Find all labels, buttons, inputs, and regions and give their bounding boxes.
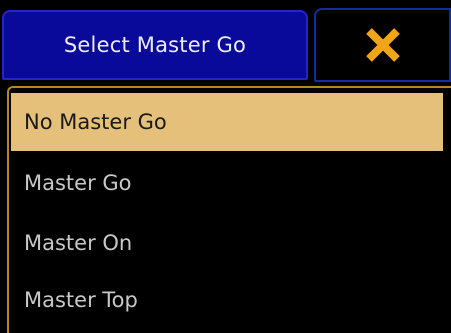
option-label: Master Top bbox=[24, 288, 138, 312]
option-master-top[interactable]: Master Top bbox=[11, 271, 443, 329]
option-label: No Master Go bbox=[24, 110, 167, 134]
option-label: Master On bbox=[24, 231, 133, 255]
option-master-on[interactable]: Master On bbox=[11, 214, 443, 272]
close-x-icon bbox=[363, 25, 403, 65]
select-master-go-dialog: { "dialog": { "title": "Select Master Go… bbox=[0, 0, 451, 333]
option-no-master-go[interactable]: No Master Go bbox=[11, 93, 443, 151]
dialog-title: Select Master Go bbox=[63, 33, 247, 57]
dialog-title-button[interactable]: Select Master Go bbox=[2, 10, 308, 80]
close-button[interactable] bbox=[314, 8, 451, 82]
option-label: Master Go bbox=[24, 171, 132, 195]
option-master-go[interactable]: Master Go bbox=[11, 154, 443, 212]
master-go-option-list: No Master Go Master Go Master On Master … bbox=[7, 86, 451, 333]
dialog-title-bar: Select Master Go bbox=[0, 0, 451, 85]
